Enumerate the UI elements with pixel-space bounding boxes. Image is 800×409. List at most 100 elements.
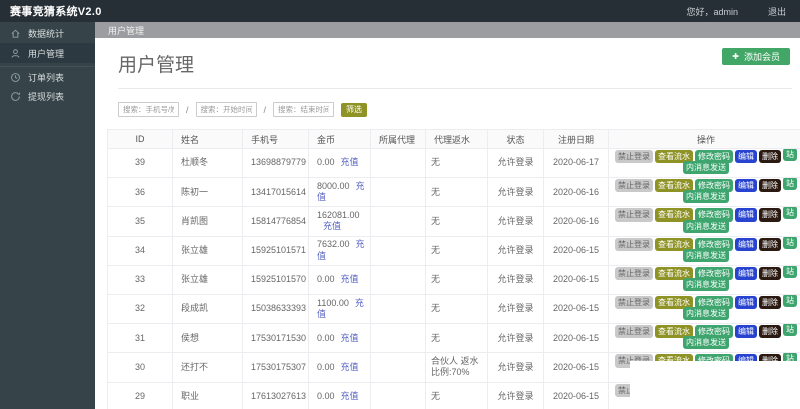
recharge-link[interactable]: 充值 (341, 274, 359, 284)
cell-agent (371, 149, 426, 178)
top-bar: 赛事竞猜系统V2.0 您好，admin 退出 (0, 0, 800, 22)
sidebar-item-label: 数据统计 (28, 27, 64, 40)
sidebar-item-label: 订单列表 (28, 71, 64, 84)
main-area: 用户管理 用户管理 ✚ 添加会员 / / 筛选 (95, 22, 800, 409)
table-row: 31侯想175301715300.00充值无允许登录2020-06-15禁止登录… (108, 324, 800, 353)
edit-button[interactable]: 编辑 (735, 325, 757, 338)
ban-login-button[interactable]: 禁止登录 (615, 179, 653, 192)
cell-coins: 7632.00充值 (309, 236, 371, 265)
edit-button[interactable]: 编辑 (735, 208, 757, 221)
cell-coins: 8000.00充值 (309, 178, 371, 207)
cell-coins: 0.00充值 (309, 353, 371, 382)
delete-button[interactable]: 删除 (759, 238, 781, 251)
column-header: 姓名 (173, 130, 243, 149)
sidebar-item-user-management[interactable]: 用户管理 (0, 43, 95, 63)
sidebar: 数据统计用户管理订单列表提现列表 (0, 22, 95, 409)
recharge-link[interactable]: 充值 (341, 157, 359, 167)
edit-button[interactable]: 编辑 (735, 238, 757, 251)
logout-link[interactable]: 退出 (768, 5, 786, 18)
cell-phone: 15038633393 (243, 294, 309, 323)
sidebar-menu: 数据统计用户管理订单列表提现列表 (0, 23, 95, 106)
cell-agent (371, 236, 426, 265)
cell-date: 2020-06-15 (544, 382, 609, 409)
delete-button[interactable]: 删除 (759, 267, 781, 280)
table-row: 35肖凯图15814776854162081.00充值无允许登录2020-06-… (108, 207, 800, 236)
sidebar-item-data-stats[interactable]: 数据统计 (0, 23, 95, 43)
sidebar-item-withdraw-list[interactable]: 提现列表 (0, 86, 95, 106)
cell-id: 33 (108, 265, 173, 294)
cell-date: 2020-06-15 (544, 294, 609, 323)
ban-login-button[interactable]: 禁止登录 (615, 325, 653, 338)
delete-button[interactable]: 删除 (759, 296, 781, 309)
ban-login-button[interactable]: 禁止登录 (615, 267, 653, 280)
ban-login-button[interactable]: 禁止登录 (615, 208, 653, 221)
sidebar-item-order-list[interactable]: 订单列表 (0, 66, 95, 86)
ban-login-button[interactable]: 禁止登录 (615, 150, 653, 163)
cell-rebate: 无 (426, 324, 488, 353)
column-header: ID (108, 130, 173, 149)
cell-rebate: 无 (426, 207, 488, 236)
cell-coins: 0.00 充值 (309, 382, 371, 409)
add-member-button[interactable]: ✚ 添加会员 (722, 48, 790, 65)
cell-date: 2020-06-17 (544, 149, 609, 178)
search-separator: / (264, 105, 267, 115)
cell-id: 30 (108, 353, 173, 382)
cell-actions: 禁止登录查看流水修改密码编辑删除站内消息发送 (609, 149, 800, 178)
filter-button[interactable]: 筛选 (341, 103, 367, 117)
home-icon (10, 28, 21, 39)
cell-name: 段成凯 (173, 294, 243, 323)
ban-login-button[interactable]: 禁止登录 (615, 238, 653, 251)
delete-button[interactable]: 删除 (759, 179, 781, 192)
coins-value: 0.00 (317, 391, 335, 401)
coins-value: 7632.00 (317, 239, 350, 249)
coins-value: 0.00 (317, 157, 335, 167)
search-bar: / / 筛选 (118, 102, 792, 117)
cell-agent (371, 324, 426, 353)
cell-status: 允许登录 (488, 353, 544, 382)
cell-date: 2020-06-16 (544, 178, 609, 207)
withdraw-icon (10, 91, 21, 102)
column-header: 注册日期 (544, 130, 609, 149)
edit-button[interactable]: 编辑 (735, 267, 757, 280)
cell-coins: 0.00 充值 (309, 149, 371, 178)
delete-button[interactable]: 删除 (759, 325, 781, 338)
cell-actions: 禁止登录查看流水修改密码编辑删除站内消息发送 (609, 294, 800, 323)
search-start-time-input[interactable] (196, 102, 257, 117)
cell-agent (371, 265, 426, 294)
cell-name: 杜顺冬 (173, 149, 243, 178)
edit-button[interactable]: 编辑 (735, 296, 757, 309)
delete-button[interactable]: 删除 (759, 150, 781, 163)
cell-actions: 禁止登录查看流水修改密码编辑删除站内消息发送 (609, 207, 800, 236)
cell-phone: 15814776854 (243, 207, 309, 236)
cell-name: 张立雄 (173, 236, 243, 265)
ban-login-button[interactable]: 禁止登录 (615, 296, 653, 309)
recharge-link[interactable]: 充值 (341, 362, 359, 372)
search-separator: / (186, 105, 189, 115)
sidebar-item-label: 提现列表 (28, 90, 64, 103)
coins-value: 0.00 (317, 333, 335, 343)
delete-button[interactable]: 删除 (759, 208, 781, 221)
cell-agent (371, 294, 426, 323)
cell-id: 35 (108, 207, 173, 236)
cell-phone: 15925101570 (243, 265, 309, 294)
search-end-time-input[interactable] (273, 102, 334, 117)
cell-agent (371, 353, 426, 382)
overlay-panel (630, 361, 800, 409)
app-title: 赛事竞猜系统V2.0 (10, 3, 102, 19)
cell-status: 允许登录 (488, 382, 544, 409)
coins-value: 1100.00 (317, 298, 349, 308)
cell-coins: 162081.00充值 (309, 207, 371, 236)
edit-button[interactable]: 编辑 (735, 150, 757, 163)
cell-id: 31 (108, 324, 173, 353)
add-member-label: 添加会员 (744, 50, 780, 63)
recharge-link[interactable]: 充值 (323, 221, 341, 231)
recharge-link[interactable]: 充值 (341, 391, 359, 401)
column-header: 代理返水 (426, 130, 488, 149)
search-phone-input[interactable] (118, 102, 179, 117)
cell-id: 29 (108, 382, 173, 409)
cell-agent (371, 207, 426, 236)
edit-button[interactable]: 编辑 (735, 179, 757, 192)
cell-rebate: 无 (426, 294, 488, 323)
cell-date: 2020-06-15 (544, 236, 609, 265)
recharge-link[interactable]: 充值 (341, 333, 359, 343)
